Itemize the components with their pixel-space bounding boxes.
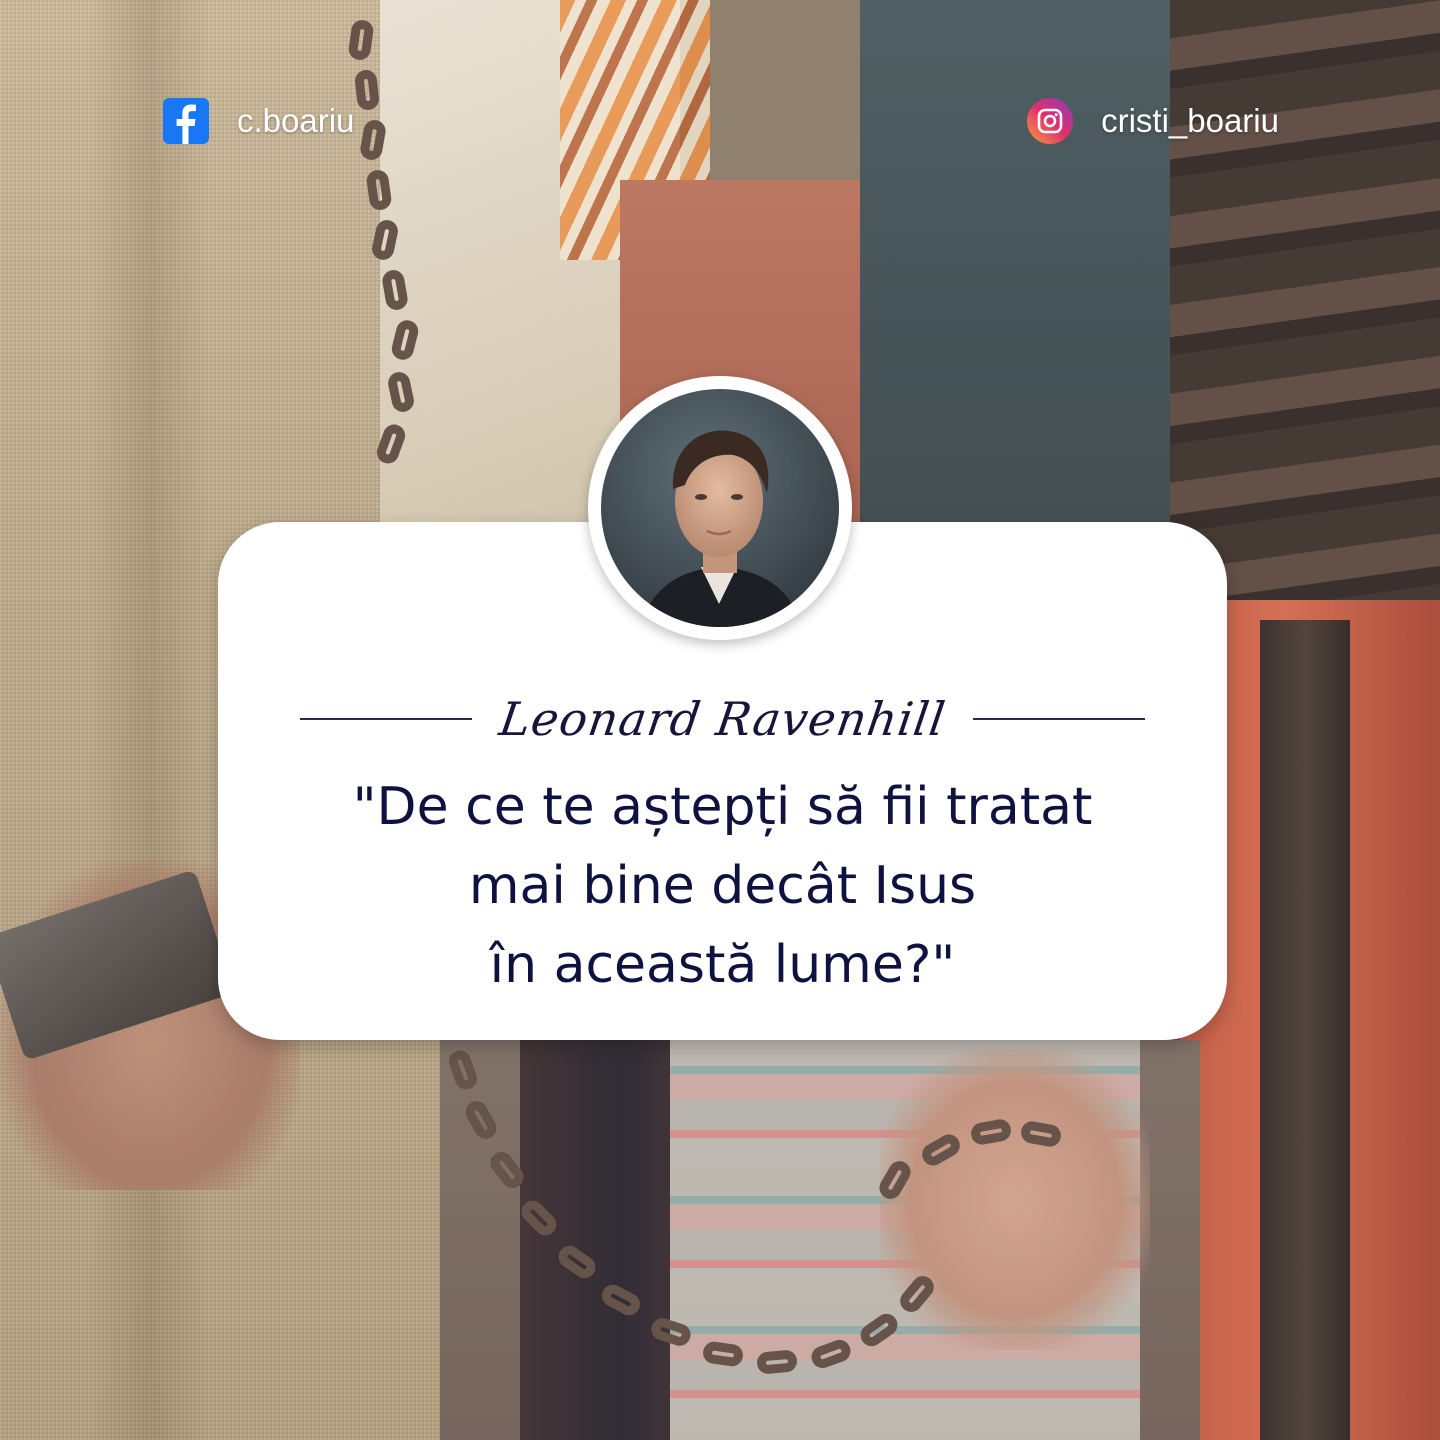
author-avatar	[588, 376, 852, 640]
quote-line: "De ce te aștepți să fii tratat	[352, 777, 1093, 837]
quote-line: mai bine decât Isus	[468, 856, 977, 916]
facebook-handle[interactable]: c.boariu	[163, 98, 354, 144]
instagram-handle[interactable]: cristi_boariu	[1027, 98, 1279, 144]
quote-text: "De ce te aștepți să fii tratat mai bine…	[218, 768, 1227, 1005]
quote-line: în această lume?"	[489, 935, 956, 995]
instagram-icon[interactable]	[1027, 98, 1074, 144]
instagram-username[interactable]: cristi_boariu	[1101, 102, 1279, 140]
divider-right	[973, 718, 1146, 720]
facebook-username[interactable]: c.boariu	[237, 102, 354, 140]
author-name: Leonard Ravenhill	[496, 692, 949, 746]
facebook-icon[interactable]	[163, 98, 209, 144]
divider-left	[299, 718, 472, 720]
author-row: Leonard Ravenhill	[218, 674, 1227, 764]
author-portrait	[601, 389, 839, 627]
